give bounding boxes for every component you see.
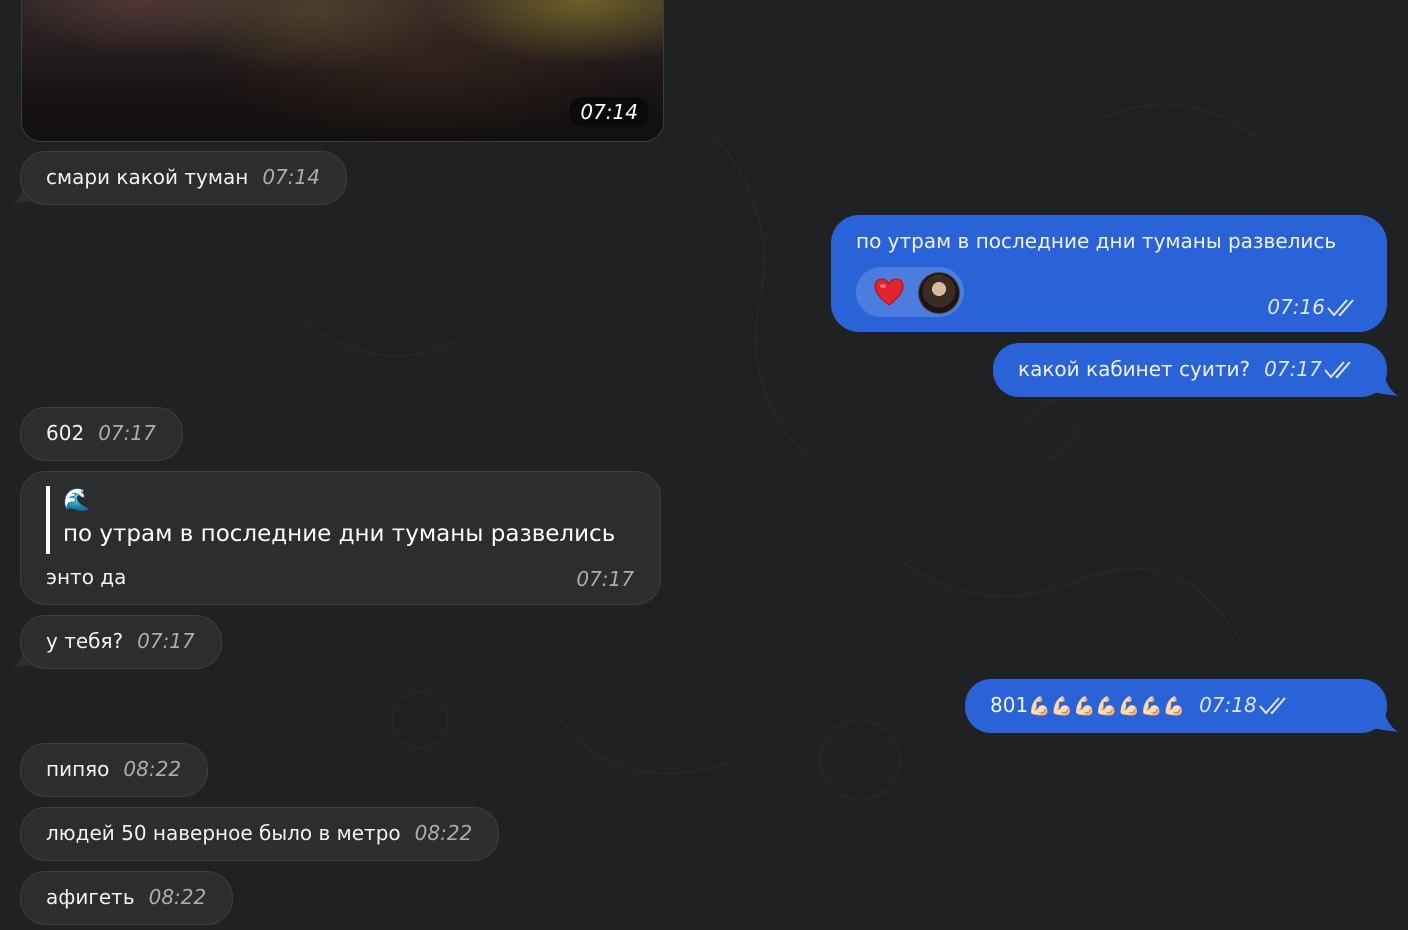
message-text: у тебя? xyxy=(46,629,124,653)
heart-icon xyxy=(874,278,904,306)
quote-emoji: 🌊 xyxy=(63,488,91,513)
message-text: 602 xyxy=(46,421,85,445)
incoming-message[interactable]: у тебя? 07:17 xyxy=(20,615,222,669)
message-time: 08:22 xyxy=(414,821,473,845)
reaction-chip[interactable] xyxy=(856,267,964,317)
outgoing-message[interactable]: 801💪🏻💪🏻💪🏻💪🏻💪🏻💪🏻💪🏻 07:18 xyxy=(965,679,1387,733)
message-text: 801 xyxy=(990,693,1029,717)
message-time: 07:18 xyxy=(1199,693,1257,717)
double-check-icon xyxy=(1327,299,1354,317)
incoming-message[interactable]: смари какой туман 07:14 xyxy=(20,151,347,205)
double-check-icon xyxy=(1324,361,1351,379)
message-text: афигеть xyxy=(46,885,135,909)
message-text: смари какой туман xyxy=(46,165,249,189)
message-text: по утрам в последние дни туманы развелис… xyxy=(856,229,1337,253)
message-time: 07:17 xyxy=(576,567,634,591)
message-time: 07:17 xyxy=(1264,357,1322,381)
message-time: 07:17 xyxy=(98,421,156,445)
message-text: какой кабинет суити? xyxy=(1018,357,1251,381)
message-time: 08:22 xyxy=(148,885,207,909)
incoming-message[interactable]: афигеть 08:22 xyxy=(20,871,234,925)
message-time: 07:17 xyxy=(137,629,195,653)
message-time: 07:14 xyxy=(569,97,649,127)
avatar xyxy=(918,272,960,314)
photo-message[interactable]: 07:14 xyxy=(21,0,664,142)
double-check-icon xyxy=(1258,697,1286,715)
message-time: 07:16 xyxy=(1267,295,1325,319)
message-time: 07:14 xyxy=(262,165,320,189)
quote-text: по утрам в последние дни туманы развелис… xyxy=(63,521,616,547)
quoted-message[interactable]: 🌊 по утрам в последние дни туманы развел… xyxy=(46,486,615,554)
message-text: людей 50 наверное было в метро xyxy=(46,821,401,845)
outgoing-message[interactable]: какой кабинет суити? 07:17 xyxy=(993,343,1387,397)
outgoing-message[interactable]: по утрам в последние дни туманы развелис… xyxy=(831,215,1387,332)
message-text: пипяо xyxy=(46,757,110,781)
incoming-message[interactable]: пипяо 08:22 xyxy=(20,743,209,797)
message-time: 08:22 xyxy=(123,757,182,781)
incoming-reply-message[interactable]: 🌊 по утрам в последние дни туманы развел… xyxy=(20,471,661,605)
message-text: энто да xyxy=(46,565,127,589)
flexed-biceps-emojis: 💪🏻💪🏻💪🏻💪🏻💪🏻💪🏻💪🏻 xyxy=(1028,696,1186,717)
incoming-message[interactable]: людей 50 наверное было в метро 08:22 xyxy=(20,807,500,861)
incoming-message[interactable]: 602 07:17 xyxy=(20,407,183,461)
